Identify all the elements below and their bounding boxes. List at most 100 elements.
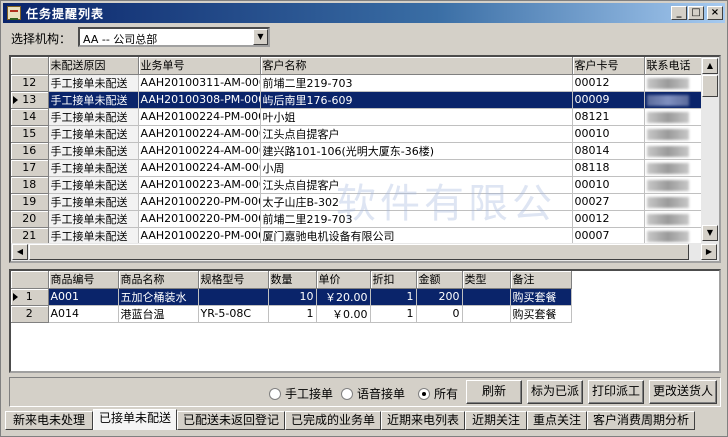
cell-order-no: AAH20100311-AM-0001 <box>138 74 261 92</box>
table-row[interactable]: 13 手工接单未配送 AAH20100308-PM-0001 屿后南里176-609 0… <box>11 91 719 109</box>
table-row[interactable]: 1 A001 五加仑桶装水 10 ￥20.00 1 200 购买套餐 <box>11 288 572 306</box>
cell-customer-text: 前埔二里219-703 <box>262 212 353 226</box>
orders-grid[interactable]: 未配送原因 业务单号 客户名称 客户卡号 联系电话 12 手工接单未配送 AAH20… <box>9 55 721 263</box>
cell-qty-text: 10 <box>299 290 314 303</box>
cell-card: 00012 <box>572 74 645 92</box>
table-row[interactable]: 19 手工接单未配送 AAH20100220-PM-0005 太子山庄B-302 000… <box>11 193 719 211</box>
scroll-up-icon[interactable]: ▲ <box>702 58 718 74</box>
cell-discount: 1 <box>370 288 417 306</box>
tab-new-calls[interactable]: 新来电未处理 <box>5 411 93 430</box>
cell-reason-text: 手工接单未配送 <box>50 161 128 175</box>
row-number-text: 21 <box>22 229 37 242</box>
table-row[interactable]: 21 手工接单未配送 AAH20100220-PM-0003 厦门嘉驰电机设备有限公司… <box>11 227 719 245</box>
col-header-item-code[interactable]: 商品编号 <box>48 271 119 289</box>
table-row[interactable]: 16 手工接单未配送 AAH20100224-AM-0002 建兴路101-106(光… <box>11 142 719 160</box>
minimize-button[interactable]: _ <box>671 6 687 20</box>
radio-voice-order[interactable]: 语音接单 <box>341 385 405 402</box>
col-header-order-no[interactable]: 业务单号 <box>138 57 261 75</box>
col-header-price[interactable]: 单价 <box>316 271 371 289</box>
row-number-text: 12 <box>22 76 37 89</box>
tab-delivered-unreturned[interactable]: 已配送未返回登记 <box>177 411 285 430</box>
redacted-phone <box>646 128 689 140</box>
col-header-qty[interactable]: 数量 <box>268 271 317 289</box>
cell-order-no: AAH20100220-PM-0003 <box>138 227 261 245</box>
close-button[interactable]: × <box>707 6 723 20</box>
cell-card-text: 00010 <box>574 178 610 191</box>
table-row[interactable]: 18 手工接单未配送 AAH20100223-AM-0001 江头点自提客户 00010 <box>11 176 719 194</box>
row-number: 15 <box>11 125 49 143</box>
refresh-button[interactable]: 刷新 <box>466 380 522 404</box>
col-header-spec[interactable]: 规格型号 <box>198 271 269 289</box>
redacted-phone <box>646 213 689 225</box>
orders-hscroll[interactable]: ◀ ▶ <box>11 243 719 261</box>
orders-scroll-thumb[interactable] <box>702 75 718 97</box>
dropdown-arrow-icon[interactable]: ▼ <box>253 29 268 45</box>
tab-key-focus[interactable]: 重点关注 <box>527 411 587 430</box>
cell-name: 港蓝台温 <box>118 305 199 323</box>
table-row[interactable]: 20 手工接单未配送 AAH20100220-PM-0004 前埔二里219-703 0… <box>11 210 719 228</box>
table-row[interactable]: 12 手工接单未配送 AAH20100311-AM-0001 前埔二里219-703 0… <box>11 74 719 92</box>
org-select[interactable]: AA -- 公司总部 ▼ <box>78 27 270 47</box>
col-header-note[interactable]: 备注 <box>510 271 572 289</box>
cell-reason: 手工接单未配送 <box>48 108 139 126</box>
cell-note: 购买套餐 <box>510 305 572 323</box>
cell-reason: 手工接单未配送 <box>48 176 139 194</box>
tab-recent-calls[interactable]: 近期来电列表 <box>381 411 465 430</box>
mark-sent-button[interactable]: 标为已派 <box>527 380 583 404</box>
col-header-card[interactable]: 客户卡号 <box>572 57 645 75</box>
table-row[interactable]: 17 手工接单未配送 AAH20100224-AM-0001 小周 08118 <box>11 159 719 177</box>
cell-reason: 手工接单未配送 <box>48 74 139 92</box>
row-number: 2 <box>11 305 49 323</box>
tab-consumption-cycle[interactable]: 客户消费周期分析 <box>587 411 695 430</box>
cell-card: 08014 <box>572 142 645 160</box>
tab-recent-focus[interactable]: 近期关注 <box>465 411 527 430</box>
scroll-down-icon[interactable]: ▼ <box>702 225 718 241</box>
title-bar[interactable]: 任务提醒列表 _ □ × <box>3 3 725 23</box>
change-courier-button[interactable]: 更改送货人 <box>649 380 717 404</box>
scroll-left-icon[interactable]: ◀ <box>12 244 28 260</box>
radio-circle[interactable] <box>418 388 430 400</box>
cell-customer: 建兴路101-106(光明大厦东-36楼) <box>260 142 573 160</box>
items-table: 商品编号 商品名称 规格型号 数量 单价 折扣 金额 类型 备注 1 A001 五加… <box>11 271 572 323</box>
col-header-type[interactable]: 类型 <box>462 271 511 289</box>
cell-customer-text: 江头点自提客户 <box>262 127 340 141</box>
radio-manual-order[interactable]: 手工接单 <box>269 385 333 402</box>
radio-circle[interactable] <box>269 388 281 400</box>
col-header-discount[interactable]: 折扣 <box>370 271 417 289</box>
cell-name-text: 港蓝台温 <box>120 307 165 321</box>
col-header-item-name[interactable]: 商品名称 <box>118 271 199 289</box>
print-dispatch-button[interactable]: 打印派工 <box>588 380 644 404</box>
table-row[interactable]: 14 手工接单未配送 AAH20100224-PM-0004 叶小姐 08121 <box>11 108 719 126</box>
col-header-amount[interactable]: 金额 <box>416 271 463 289</box>
row-number: 13 <box>11 91 49 109</box>
maximize-button[interactable]: □ <box>688 6 704 20</box>
cell-name-text: 五加仑桶装水 <box>120 290 187 304</box>
cell-note: 购买套餐 <box>510 288 572 306</box>
cell-spec <box>198 288 269 306</box>
row-number: 19 <box>11 193 49 211</box>
orders-hscroll-thumb[interactable] <box>29 244 689 260</box>
cell-note-text: 购买套餐 <box>512 307 557 321</box>
col-header-customer[interactable]: 客户名称 <box>260 57 573 75</box>
tab-completed-orders[interactable]: 已完成的业务单 <box>285 411 381 430</box>
corner-header <box>11 57 49 75</box>
cell-card: 00007 <box>572 227 645 245</box>
table-row[interactable]: 2 A014 港蓝台温 YR-5-08C 1 ￥0.00 1 0 购买套餐 <box>11 305 572 323</box>
cell-customer: 厦门嘉驰电机设备有限公司 <box>260 227 573 245</box>
row-number: 21 <box>11 227 49 245</box>
table-row[interactable]: 15 手工接单未配送 AAH20100224-AM-0003 江头点自提客户 00010 <box>11 125 719 143</box>
cell-spec: YR-5-08C <box>198 305 269 323</box>
radio-all[interactable]: 所有 <box>418 385 458 402</box>
tab-accepted-undelivered[interactable]: 已接单未配送 <box>93 409 177 430</box>
orders-table: 未配送原因 业务单号 客户名称 客户卡号 联系电话 12 手工接单未配送 AAH20… <box>11 57 719 245</box>
items-grid[interactable]: 商品编号 商品名称 规格型号 数量 单价 折扣 金额 类型 备注 1 A001 五加… <box>9 269 721 373</box>
scroll-right-icon[interactable]: ▶ <box>701 244 717 260</box>
row-number-text: 20 <box>22 212 37 225</box>
task-reminder-window: 任务提醒列表 _ □ × 选择机构： AA -- 公司总部 ▼ 未配送原因 业务… <box>0 0 728 437</box>
orders-vscroll[interactable]: ▲ ▼ <box>701 57 719 243</box>
cell-customer-text: 小周 <box>262 161 285 175</box>
cell-order-no-text: AAH20100224-AM-0001 <box>140 161 260 174</box>
col-header-reason[interactable]: 未配送原因 <box>48 57 139 75</box>
cell-reason-text: 手工接单未配送 <box>50 229 128 243</box>
radio-circle[interactable] <box>341 388 353 400</box>
